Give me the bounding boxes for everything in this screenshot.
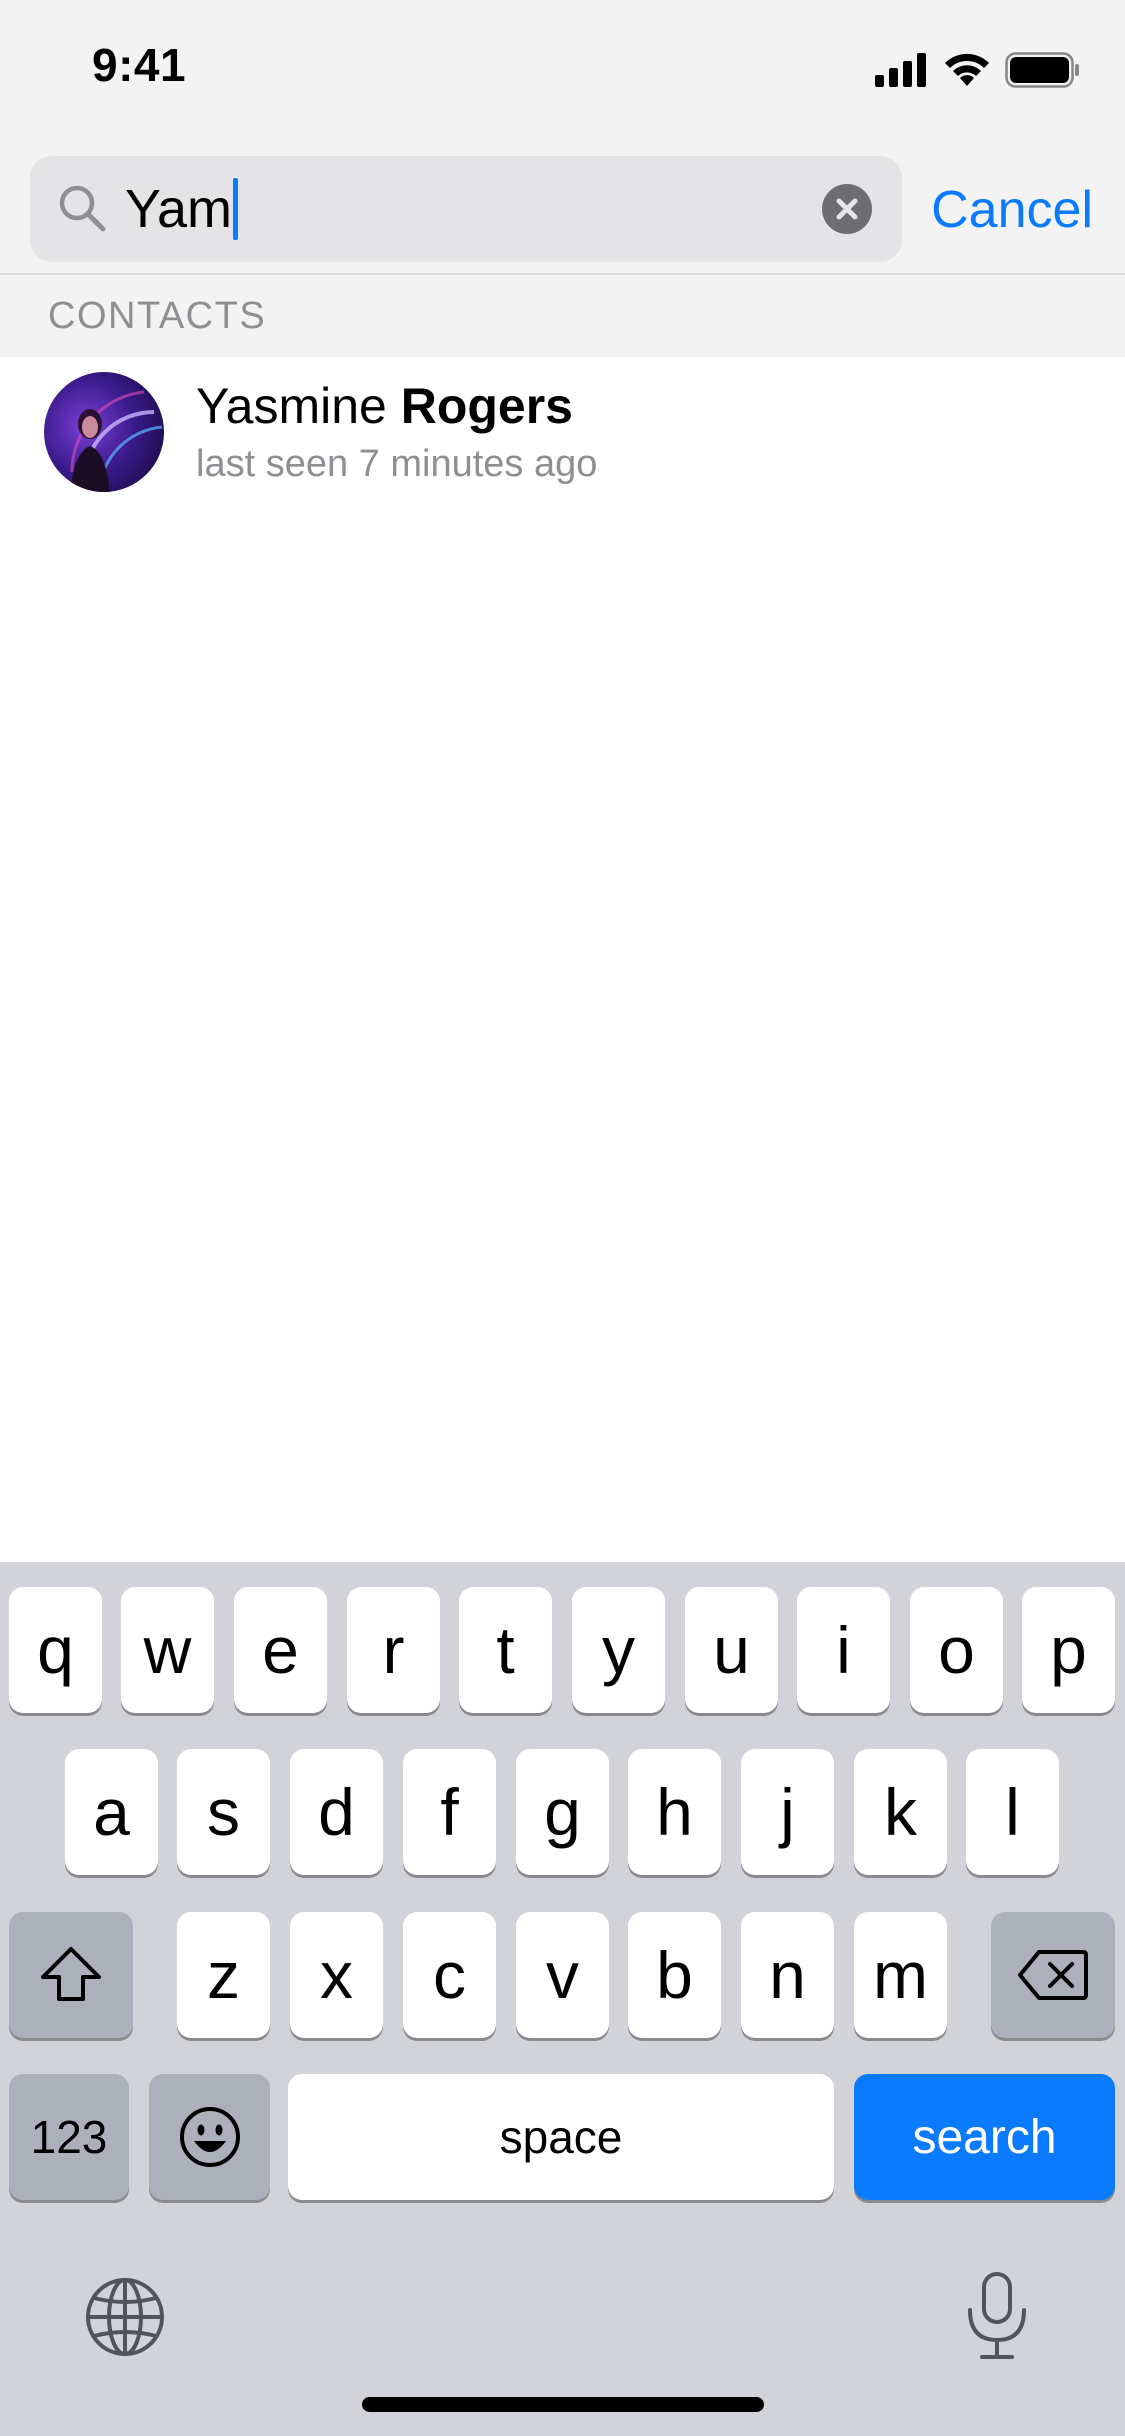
key-u[interactable]: u [685,1587,778,1713]
search-input[interactable]: Yam [30,156,902,262]
key-b[interactable]: b [628,1912,721,2038]
key-s[interactable]: s [177,1749,270,1875]
contact-name: Yasmine Rogers [196,378,573,434]
text-caret [233,178,239,240]
clear-icon [836,198,858,220]
cellular-signal-icon [875,53,926,87]
clear-search-button[interactable] [822,184,872,234]
key-g[interactable]: g [516,1749,609,1875]
key-i[interactable]: i [797,1587,890,1713]
numbers-key[interactable]: 123 [9,2074,129,2200]
key-h[interactable]: h [628,1749,721,1875]
search-input-value[interactable]: Yam [125,178,239,240]
section-header-contacts: CONTACTS [0,275,1125,357]
status-bar: 9:41 [0,0,1125,140]
avatar [44,372,164,492]
key-y[interactable]: y [572,1587,665,1713]
key-q[interactable]: q [9,1587,102,1713]
shift-key[interactable] [9,1912,133,2038]
globe-icon[interactable] [84,2276,166,2358]
home-indicator[interactable] [362,2397,764,2412]
battery-icon [1005,52,1079,88]
status-icons [875,48,1081,92]
emoji-key[interactable] [149,2074,270,2200]
status-time: 9:41 [92,39,187,91]
key-n[interactable]: n [741,1912,834,2038]
microphone-icon[interactable] [962,2270,1032,2362]
key-z[interactable]: z [177,1912,270,2038]
search-icon [59,185,106,232]
key-j[interactable]: j [741,1749,834,1875]
contact-last-seen: last seen 7 minutes ago [196,443,598,485]
cancel-button[interactable]: Cancel [931,180,1093,240]
key-t[interactable]: t [459,1587,552,1713]
delete-key[interactable] [991,1912,1115,2038]
delete-icon [1018,1950,1088,2000]
shift-icon [41,1947,101,2001]
emoji-icon [179,2107,240,2167]
key-x[interactable]: x [290,1912,383,2038]
search-header: Yam Cancel [0,140,1125,275]
key-r[interactable]: r [347,1587,440,1713]
key-e[interactable]: e [234,1587,327,1713]
search-key[interactable]: search [854,2074,1115,2200]
space-key[interactable]: space [288,2074,834,2200]
key-l[interactable]: l [966,1749,1059,1875]
contact-result-row[interactable]: Yasmine Rogers last seen 7 minutes ago [0,357,1125,507]
key-p[interactable]: p [1022,1587,1115,1713]
key-a[interactable]: a [65,1749,158,1875]
key-o[interactable]: o [910,1587,1003,1713]
wifi-icon [945,53,989,86]
key-c[interactable]: c [403,1912,496,2038]
key-v[interactable]: v [516,1912,609,2038]
keyboard: q w e r t y u i o p a s d f g h j k l z … [0,1562,1125,2436]
key-m[interactable]: m [854,1912,947,2038]
section-header-label: CONTACTS [48,295,267,337]
key-k[interactable]: k [854,1749,947,1875]
key-d[interactable]: d [290,1749,383,1875]
key-w[interactable]: w [121,1587,214,1713]
key-f[interactable]: f [403,1749,496,1875]
